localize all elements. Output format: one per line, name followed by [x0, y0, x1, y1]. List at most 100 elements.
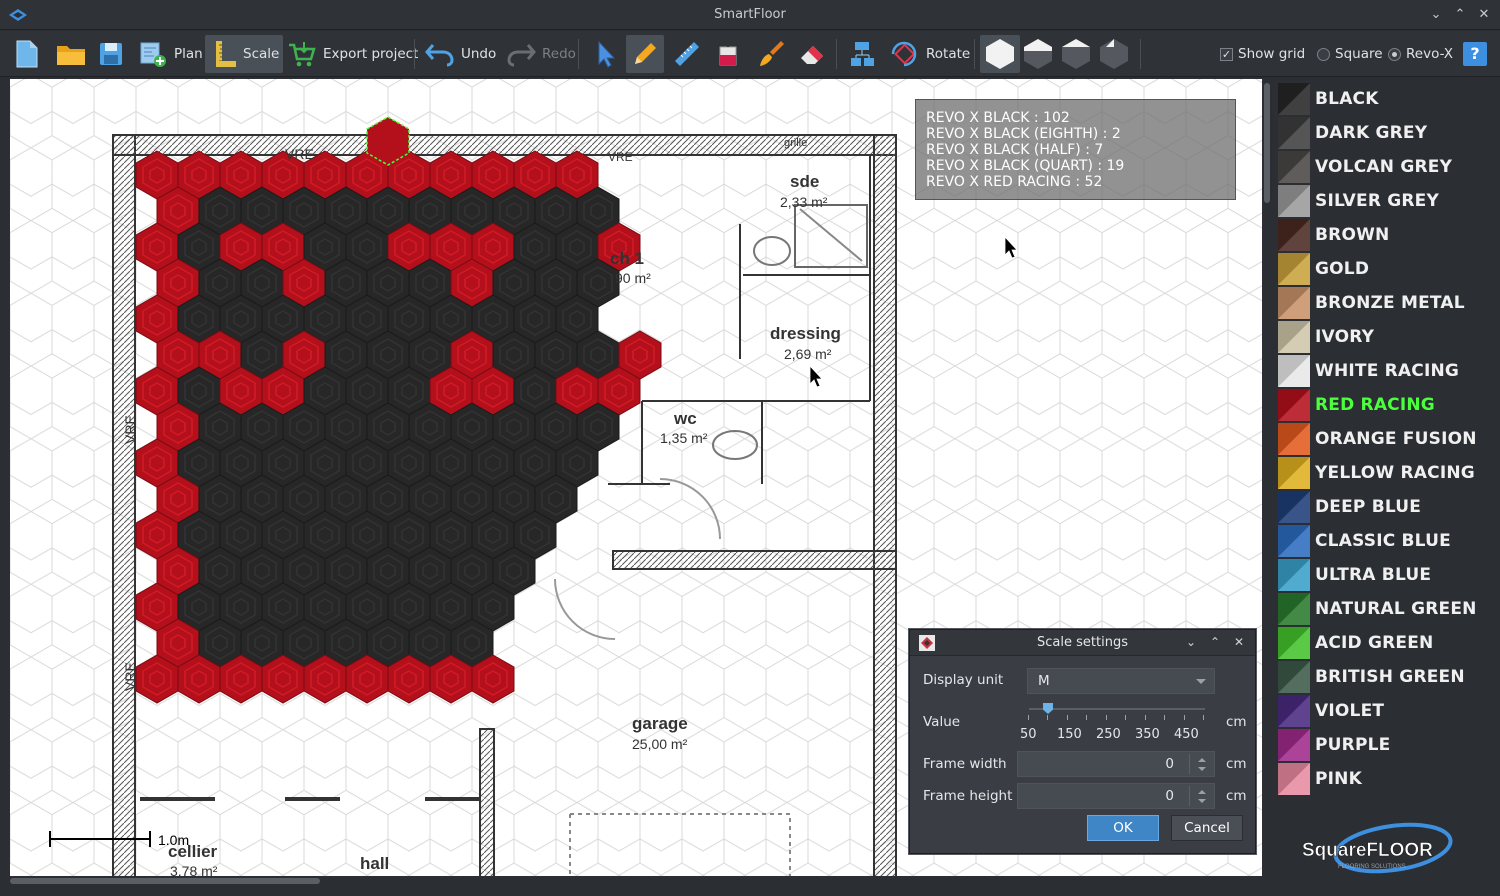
- color-swatch: [1278, 627, 1310, 659]
- frame-width-value: 0: [1165, 756, 1174, 772]
- legend-line: REVO X BLACK : 102: [926, 110, 1070, 126]
- minimize-button[interactable]: ⌄: [1427, 6, 1445, 24]
- new-file-icon: [16, 40, 38, 68]
- palette-color-name: IVORY: [1315, 327, 1375, 347]
- maximize-button[interactable]: ⌃: [1451, 6, 1469, 24]
- dialog-maximize-button[interactable]: ⌃: [1207, 634, 1223, 650]
- tile-full-button[interactable]: [980, 35, 1020, 73]
- palette-item[interactable]: NATURAL GREEN: [1278, 593, 1477, 625]
- palette-item[interactable]: RED RACING: [1278, 389, 1435, 421]
- slider-tick-label: 150: [1057, 727, 1082, 742]
- spin-up-icon[interactable]: [1198, 790, 1206, 794]
- palette-item[interactable]: SILVER GREY: [1278, 185, 1439, 217]
- palette-item[interactable]: ACID GREEN: [1278, 627, 1434, 659]
- room-area: 25,00 m²: [632, 736, 688, 752]
- color-swatch: [1278, 457, 1310, 489]
- cancel-button[interactable]: Cancel: [1171, 815, 1243, 841]
- palette-item[interactable]: ULTRA BLUE: [1278, 559, 1431, 591]
- new-file-button[interactable]: [10, 35, 44, 73]
- vertical-scrollbar[interactable]: [1262, 79, 1272, 876]
- spin-down-icon[interactable]: [1198, 767, 1206, 771]
- palette-item[interactable]: BROWN: [1278, 219, 1389, 251]
- main-toolbar: Plan Scale Export project Undo Redo Rota…: [0, 31, 1500, 77]
- tile-quarter-button[interactable]: [1056, 35, 1096, 73]
- palette-item[interactable]: WHITE RACING: [1278, 355, 1459, 387]
- scrollbar-thumb[interactable]: [10, 878, 320, 884]
- select-tool-button[interactable]: [586, 35, 624, 73]
- square-radio[interactable]: Square: [1317, 46, 1383, 62]
- dialog-close-button[interactable]: ✕: [1231, 634, 1247, 650]
- show-grid-checkbox[interactable]: ✓ Show grid: [1220, 46, 1305, 62]
- palette-color-name: NATURAL GREEN: [1315, 599, 1477, 619]
- palette-item[interactable]: VIOLET: [1278, 695, 1384, 727]
- undo-label: Undo: [461, 46, 497, 62]
- ok-button[interactable]: OK: [1087, 815, 1159, 841]
- palette-color-name: ULTRA BLUE: [1315, 565, 1432, 585]
- palette-item[interactable]: VOLCAN GREY: [1278, 151, 1452, 183]
- eraser-tool-button[interactable]: [794, 35, 832, 73]
- palette-item[interactable]: IVORY: [1278, 321, 1374, 353]
- palette-item[interactable]: PURPLE: [1278, 729, 1390, 761]
- radio-off-icon: [1317, 47, 1330, 61]
- spin-down-icon[interactable]: [1198, 799, 1206, 803]
- eraser-icon: [801, 46, 823, 64]
- scale-settings-dialog: Scale settings ⌄ ⌃ ✕ Display unit M Valu…: [909, 629, 1256, 854]
- export-project-button[interactable]: Export project: [283, 35, 422, 73]
- tile-half-button[interactable]: [1018, 35, 1058, 73]
- spinbox-divider: [1189, 786, 1190, 806]
- help-button[interactable]: ?: [1463, 42, 1487, 66]
- hexagon-quarter-icon: [1062, 39, 1090, 69]
- horizontal-scrollbar[interactable]: [10, 876, 1262, 886]
- frame-height-spinbox[interactable]: 0: [1017, 783, 1215, 809]
- palette-item[interactable]: YELLOW RACING: [1278, 457, 1475, 489]
- measure-tool-button[interactable]: [668, 35, 706, 73]
- spin-up-icon[interactable]: [1198, 758, 1206, 762]
- palette-item[interactable]: DARK GREY: [1278, 117, 1427, 149]
- undo-button[interactable]: Undo: [421, 35, 500, 73]
- open-folder-button[interactable]: [52, 35, 90, 73]
- dialog-title: Scale settings: [1037, 635, 1128, 650]
- palette-item[interactable]: ORANGE FUSION: [1278, 423, 1477, 455]
- scrollbar-thumb[interactable]: [1264, 83, 1270, 203]
- redo-button[interactable]: Redo: [502, 35, 580, 73]
- palette-color-name: ACID GREEN: [1315, 633, 1434, 653]
- tile-count-legend: REVO X BLACK : 102 REVO X BLACK (EIGHTH)…: [915, 99, 1236, 200]
- brush-tool-button[interactable]: [752, 35, 790, 73]
- radio-on-icon: [1388, 47, 1401, 61]
- color-palette: BLACK DARK GREY VOLCAN GREY SILVER GREY BROW…: [1272, 79, 1500, 896]
- dialog-title-bar[interactable]: Scale settings ⌄ ⌃ ✕: [910, 630, 1255, 656]
- tile-eighth-button[interactable]: [1094, 35, 1134, 73]
- scale-button[interactable]: Scale: [205, 35, 284, 73]
- palette-item[interactable]: PINK: [1278, 763, 1362, 795]
- value-slider[interactable]: 50 150 250 350 450: [1020, 700, 1207, 742]
- palette-item[interactable]: DEEP BLUE: [1278, 491, 1421, 523]
- color-swatch: [1278, 525, 1310, 557]
- palette-color-name: SILVER GREY: [1315, 191, 1440, 211]
- align-tool-button[interactable]: [843, 35, 881, 73]
- palette-item[interactable]: BLACK: [1278, 83, 1379, 115]
- plan-button[interactable]: Plan: [134, 35, 207, 73]
- draw-tool-button[interactable]: [626, 35, 664, 73]
- window-title: SmartFloor: [714, 7, 786, 22]
- dialog-minimize-button[interactable]: ⌄: [1183, 634, 1199, 650]
- palette-item[interactable]: BRITISH GREEN: [1278, 661, 1465, 693]
- undo-icon: [425, 44, 454, 67]
- revo-x-label: Revo-X: [1406, 46, 1454, 62]
- slider-handle[interactable]: [1043, 703, 1053, 714]
- display-unit-select[interactable]: M: [1027, 668, 1215, 694]
- pencil-icon: [635, 43, 656, 64]
- palette-color-name: GOLD: [1315, 259, 1370, 279]
- rotate-button[interactable]: Rotate: [884, 35, 974, 73]
- save-button[interactable]: [94, 35, 128, 73]
- palette-item[interactable]: GOLD: [1278, 253, 1369, 285]
- fill-tool-button[interactable]: [710, 35, 748, 73]
- palette-item[interactable]: BRONZE METAL: [1278, 287, 1465, 319]
- vre-label: VRE: [122, 662, 138, 691]
- slider-tick: [1203, 715, 1204, 720]
- palette-item[interactable]: CLASSIC BLUE: [1278, 525, 1451, 557]
- revo-x-radio[interactable]: Revo-X: [1388, 46, 1453, 62]
- slider-tick-label: 250: [1096, 727, 1121, 742]
- frame-width-spinbox[interactable]: 0: [1017, 751, 1215, 777]
- room-name: ch 1: [610, 249, 644, 268]
- close-window-button[interactable]: ✕: [1475, 6, 1493, 24]
